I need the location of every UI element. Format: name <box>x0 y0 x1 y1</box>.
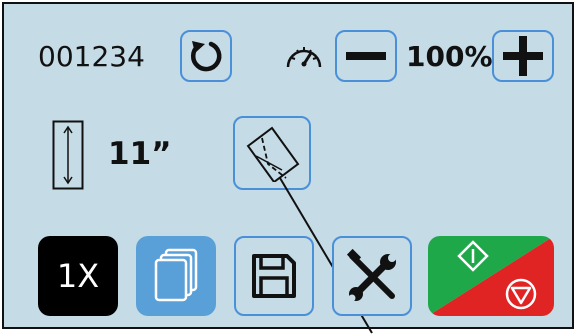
plus-icon <box>503 36 543 76</box>
counter-display: 001234 <box>38 40 145 73</box>
speedometer-icon <box>283 40 325 72</box>
copies-button[interactable]: 1X <box>38 236 118 316</box>
settings-tools-button[interactable] <box>332 236 412 316</box>
fold-icon <box>246 126 300 182</box>
start-stop-button[interactable] <box>428 236 554 316</box>
save-button[interactable] <box>234 236 314 316</box>
reset-counter-button[interactable] <box>180 30 232 82</box>
save-icon <box>252 254 296 298</box>
copies-label: 1X <box>56 257 100 295</box>
zoom-in-button[interactable] <box>492 30 554 82</box>
minus-icon <box>346 52 386 60</box>
paper-length-value: 11” <box>108 136 172 172</box>
pages-icon <box>154 248 198 302</box>
reset-counter-icon <box>190 41 222 72</box>
tools-icon <box>346 248 396 302</box>
zoom-display: 100% <box>406 40 493 73</box>
pages-button[interactable] <box>136 236 216 316</box>
fold-button[interactable] <box>233 116 311 190</box>
zoom-out-button[interactable] <box>335 30 397 82</box>
paper-length-icon <box>52 120 84 190</box>
